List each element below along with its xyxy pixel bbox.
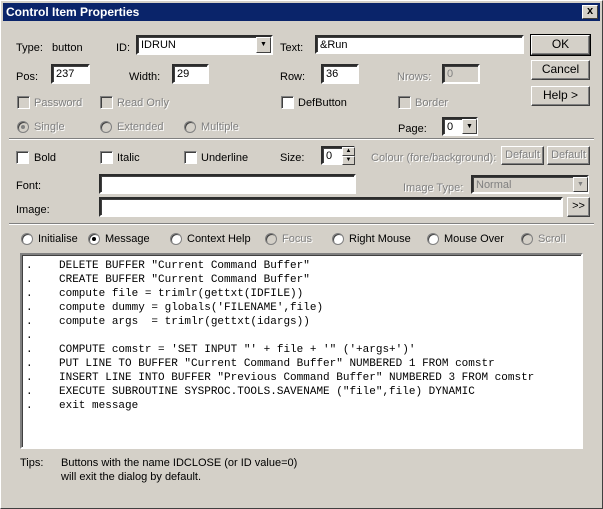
type-value: button: [52, 42, 83, 54]
text-input[interactable]: &Run: [315, 35, 524, 54]
code-line: . DELETE BUFFER "Current Command Buffer": [26, 260, 310, 272]
font-label: Font:: [16, 180, 42, 192]
message-radio[interactable]: [88, 233, 100, 245]
ok-button[interactable]: OK: [530, 34, 591, 56]
default-fore-button[interactable]: Default: [501, 146, 544, 165]
multiple-label: Multiple: [201, 121, 239, 133]
help-button[interactable]: Help >: [531, 86, 590, 106]
code-line: . exit message: [26, 400, 139, 412]
extended-label: Extended: [117, 121, 164, 133]
title-bar: Control Item Properties x: [3, 3, 600, 21]
mouse-over-label: Mouse Over: [444, 233, 504, 245]
close-button[interactable]: x: [582, 5, 598, 19]
image-type-combobox[interactable]: Normal: [471, 175, 589, 194]
tips-label: Tips:: [20, 457, 44, 469]
border-label: Border: [415, 97, 449, 109]
code-line: . PUT LINE TO BUFFER "Current Command Bu…: [26, 358, 495, 370]
code-line: . COMPUTE comstr = 'SET INPUT "' + file …: [26, 344, 416, 356]
focus-radio[interactable]: [265, 233, 277, 245]
width-input[interactable]: 29: [172, 64, 209, 84]
window-title: Control Item Properties: [6, 5, 140, 19]
id-value: IDRUN: [141, 39, 176, 51]
right-mouse-radio[interactable]: [332, 233, 344, 245]
browse-button[interactable]: >>: [567, 197, 590, 217]
page-label: Page:: [398, 123, 427, 135]
id-label: ID:: [116, 42, 131, 54]
code-line: . compute dummy = globals('FILENAME',fil…: [26, 302, 324, 314]
page-dropdown-button[interactable]: ▼: [462, 119, 477, 134]
pos-input[interactable]: 237: [51, 64, 90, 84]
page-value: 0: [447, 121, 454, 133]
readonly-checkbox[interactable]: [100, 96, 113, 109]
code-line: . compute file = trimlr(gettxt(IDFILE)): [26, 288, 304, 300]
underline-label: Underline: [201, 152, 249, 164]
defbutton-label: DefButton: [298, 97, 347, 109]
width-label: Width:: [129, 71, 161, 83]
initialise-label: Initialise: [38, 233, 78, 245]
defbutton-checkbox[interactable]: [281, 96, 294, 109]
right-mouse-label: Right Mouse: [349, 233, 411, 245]
chevron-down-icon: ▼: [260, 41, 267, 48]
code-line: . compute args = trimlr(gettxt(idargs)): [26, 316, 310, 328]
focus-label: Focus: [282, 233, 312, 245]
type-label: Type:: [16, 42, 43, 54]
tips-line-2: will exit the dialog by default.: [61, 471, 202, 483]
code-line: . INSERT LINE INTO BUFFER "Previous Comm…: [26, 372, 535, 384]
scroll-label: Scroll: [538, 233, 566, 245]
dialog-window: Control Item Properties x Type: button I…: [0, 0, 603, 509]
code-line: .: [26, 330, 33, 342]
nrows-input[interactable]: 0: [442, 64, 480, 84]
image-type-value: Normal: [476, 179, 512, 191]
size-label: Size:: [280, 152, 305, 164]
code-line: . CREATE BUFFER "Current Command Buffer": [26, 274, 310, 286]
initialise-radio[interactable]: [21, 233, 33, 245]
border-checkbox[interactable]: [398, 96, 411, 109]
chevron-down-icon: ▼: [466, 123, 473, 130]
password-label: Password: [34, 97, 83, 109]
row-label: Row:: [280, 71, 306, 83]
separator: [9, 138, 594, 140]
single-label: Single: [34, 121, 65, 133]
italic-checkbox[interactable]: [100, 151, 113, 164]
bold-checkbox[interactable]: [16, 151, 29, 164]
message-label: Message: [105, 233, 150, 245]
font-input[interactable]: [99, 174, 356, 194]
row-input[interactable]: 36: [321, 64, 359, 84]
image-label: Image:: [16, 204, 50, 216]
context-help-label: Context Help: [187, 233, 251, 245]
image-type-label: Image Type:: [403, 182, 464, 194]
context-help-radio[interactable]: [170, 233, 182, 245]
id-combobox[interactable]: IDRUN: [136, 35, 273, 55]
underline-checkbox[interactable]: [184, 151, 197, 164]
italic-label: Italic: [117, 152, 140, 164]
spin-down-icon[interactable]: ▼: [342, 156, 355, 165]
image-type-dropdown-button[interactable]: ▼: [573, 177, 588, 192]
password-checkbox[interactable]: [17, 96, 30, 109]
cancel-button[interactable]: Cancel: [531, 60, 590, 80]
image-input[interactable]: [99, 197, 563, 217]
separator: [9, 223, 594, 225]
multiple-radio[interactable]: [184, 121, 196, 133]
code-editor[interactable]: . DELETE BUFFER "Current Command Buffer"…: [20, 253, 583, 449]
pos-label: Pos:: [16, 71, 39, 83]
colour-label: Colour (fore/background):: [371, 152, 497, 164]
chevron-down-icon: ▼: [577, 181, 584, 188]
mouse-over-radio[interactable]: [427, 233, 439, 245]
extended-radio[interactable]: [100, 121, 112, 133]
default-back-button[interactable]: Default: [547, 146, 590, 165]
size-spinner[interactable]: ▲ ▼: [342, 147, 355, 165]
spin-up-icon[interactable]: ▲: [342, 147, 355, 156]
scroll-radio[interactable]: [521, 233, 533, 245]
nrows-label: Nrows:: [397, 71, 432, 83]
readonly-label: Read Only: [117, 97, 169, 109]
single-radio[interactable]: [17, 121, 29, 133]
id-dropdown-button[interactable]: ▼: [256, 37, 271, 53]
text-label: Text:: [280, 42, 304, 54]
tips-line-1: Buttons with the name IDCLOSE (or ID val…: [61, 457, 298, 469]
bold-label: Bold: [34, 152, 57, 164]
code-line: . EXECUTE SUBROUTINE SYSPROC.TOOLS.SAVEN…: [26, 386, 475, 398]
